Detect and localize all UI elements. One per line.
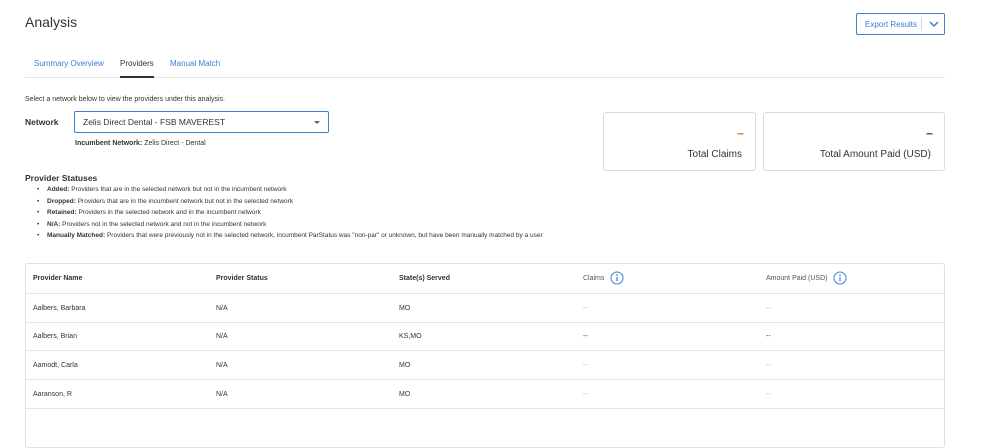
incumbent-network-label: Incumbent Network: [75,140,143,147]
status-term: Dropped: [47,197,76,205]
column-header-provider-name[interactable]: Provider Name [33,264,82,293]
status-term: Added: [47,186,70,193]
table-row[interactable]: Aalbers, Brian N/A KS,MO -- -- [26,323,944,351]
info-icon[interactable] [610,271,624,287]
amount-paid-cell: -- [766,361,771,369]
column-header-claims[interactable]: Claims [583,264,624,293]
incumbent-network-value: Zelis Direct - Dental [144,140,206,147]
status-na: N/A: Providers not in the selected netwo… [37,219,597,231]
states-served-cell: MO [399,361,411,369]
claims-header-label: Claims [583,275,605,282]
status-retained: Retained: Providers in the selected netw… [37,207,597,219]
table-header-row: Provider Name Provider Status State(s) S… [26,264,944,294]
status-term: N/A: [47,220,61,228]
provider-name-cell: Aalbers, Barbara [33,304,86,312]
info-icon[interactable] [833,271,847,287]
status-desc: Providers in the selected network and in… [78,209,261,216]
provider-name-cell: Aamodt, Carla [33,361,78,369]
column-header-states-served[interactable]: State(s) Served [399,264,450,293]
status-desc: Providers not in the selected network an… [62,220,267,228]
total-claims-label: Total Claims [687,149,742,160]
states-served-cell: KS,MO [399,333,422,340]
status-manually-matched: Manually Matched: Providers that were pr… [37,230,597,242]
network-select-value: Zelis Direct Dental - FSB MAVEREST [83,117,226,127]
provider-status-list: Added: Providers that are in the selecte… [37,184,597,242]
dropdown-caret-icon [314,121,320,124]
column-header-amount-paid[interactable]: Amount Paid (USD) [766,264,847,293]
provider-status-cell: N/A [216,304,228,312]
amount-paid-cell: -- [766,333,771,340]
claims-cell: -- [583,361,588,369]
table-row[interactable]: Aalbers, Barbara N/A MO -- -- [26,294,944,323]
network-instructions: Select a network below to view the provi… [25,96,225,103]
status-desc: Providers that are in the incumbent netw… [77,197,294,205]
provider-name-cell: Aaranson, R [33,390,72,398]
provider-status-cell: N/A [216,361,228,369]
status-desc: Providers that are in the selected netwo… [71,186,287,193]
column-header-provider-status[interactable]: Provider Status [216,264,268,293]
button-divider [921,17,922,31]
provider-name-cell: Aalbers, Brian [33,333,77,340]
tab-summary-overview[interactable]: Summary Overview [34,59,104,76]
amount-paid-cell: -- [766,390,771,398]
status-desc: Providers that were previously not in th… [106,232,543,239]
states-served-cell: MO [399,304,411,312]
tab-bar: Summary Overview Providers Manual Match [25,54,945,78]
network-label: Network [25,117,59,127]
network-select[interactable]: Zelis Direct Dental - FSB MAVEREST [74,111,329,133]
claims-cell: -- [583,333,588,340]
amount-paid-cell: -- [766,304,771,312]
claims-cell: -- [583,390,588,398]
total-claims-value: -- [737,126,744,140]
page-title: Analysis [25,14,78,30]
table-row[interactable]: Aamodt, Carla N/A MO -- -- [26,351,944,380]
providers-table: Provider Name Provider Status State(s) S… [25,263,945,448]
total-amount-paid-card: -- Total Amount Paid (USD) [763,112,945,171]
tab-providers[interactable]: Providers [120,59,154,78]
status-term: Retained: [47,209,77,216]
states-served-cell: MO [399,390,411,398]
total-claims-card: -- Total Claims [603,112,756,171]
incumbent-network: Incumbent Network: Zelis Direct - Dental [75,140,206,147]
amount-paid-header-label: Amount Paid (USD) [766,275,828,282]
export-results-button[interactable]: Export Results [856,13,945,35]
total-amount-paid-value: -- [926,126,933,140]
provider-statuses-title: Provider Statuses [25,173,98,183]
chevron-down-icon[interactable] [927,17,941,33]
tab-manual-match[interactable]: Manual Match [170,59,220,76]
export-results-label: Export Results [865,19,918,29]
table-row[interactable]: Aaranson, R N/A MO -- -- [26,380,944,409]
claims-cell: -- [583,304,588,312]
status-added: Added: Providers that are in the selecte… [37,184,597,196]
status-term: Manually Matched: [47,232,106,239]
status-dropped: Dropped: Providers that are in the incum… [37,196,597,208]
provider-status-cell: N/A [216,333,228,340]
total-amount-paid-label: Total Amount Paid (USD) [819,149,931,160]
provider-status-cell: N/A [216,390,228,398]
